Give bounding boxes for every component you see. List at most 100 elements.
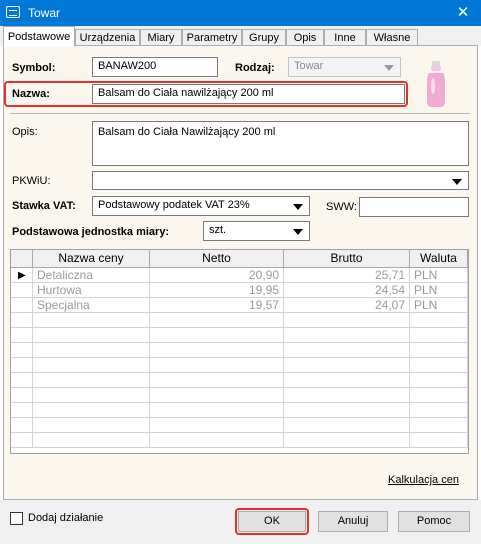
sww-input[interactable] xyxy=(359,197,469,217)
help-button[interactable]: Pomoc xyxy=(398,511,470,532)
pkwiu-label: PKWiU: xyxy=(12,175,51,187)
rodzaj-label: Rodzaj: xyxy=(235,62,275,74)
empty-grid-cell[interactable] xyxy=(284,343,410,358)
empty-grid-cell[interactable] xyxy=(284,328,410,343)
empty-grid-cell[interactable] xyxy=(150,403,284,418)
empty-grid-cell[interactable] xyxy=(11,358,33,373)
dodaj-dzialanie-checkbox[interactable] xyxy=(10,512,23,525)
empty-grid-cell[interactable] xyxy=(150,433,284,448)
empty-grid-cell[interactable] xyxy=(33,388,150,403)
price-brutto-cell[interactable]: 25,71 xyxy=(284,268,410,283)
price-brutto-cell[interactable]: 24,07 xyxy=(284,298,410,313)
sww-label: SWW: xyxy=(326,201,357,213)
title-bar: Towar ✕ xyxy=(0,0,481,26)
empty-grid-cell[interactable] xyxy=(284,433,410,448)
bottom-bar: Dodaj działanie OK Anuluj Pomoc xyxy=(0,500,481,544)
rodzaj-select[interactable]: Towar xyxy=(288,57,401,77)
pkwiu-select[interactable] xyxy=(92,171,469,190)
empty-grid-cell[interactable] xyxy=(33,373,150,388)
empty-grid-cell[interactable] xyxy=(11,388,33,403)
empty-grid-cell[interactable] xyxy=(150,313,284,328)
empty-grid-cell[interactable] xyxy=(150,388,284,403)
kalkulacja-cen-link[interactable]: Kalkulacja cen xyxy=(388,474,459,486)
empty-grid-cell[interactable] xyxy=(11,343,33,358)
empty-grid-cell[interactable] xyxy=(410,328,468,343)
tab-urzadzenia[interactable]: Urządzenia xyxy=(75,29,140,46)
close-icon[interactable]: ✕ xyxy=(445,0,481,26)
dropdown-arrow-icon xyxy=(384,65,394,71)
empty-grid-cell[interactable] xyxy=(410,373,468,388)
price-waluta-cell[interactable]: PLN xyxy=(410,298,468,313)
empty-grid-cell[interactable] xyxy=(410,433,468,448)
empty-grid-cell[interactable] xyxy=(150,373,284,388)
tab-miary[interactable]: Miary xyxy=(140,29,182,46)
empty-grid-cell[interactable] xyxy=(11,313,33,328)
price-name-cell[interactable]: Specjalna xyxy=(33,298,150,313)
empty-grid-cell[interactable] xyxy=(11,403,33,418)
price-netto-cell[interactable]: 19,57 xyxy=(150,298,284,313)
empty-grid-cell[interactable] xyxy=(284,388,410,403)
col-header-brutto[interactable]: Brutto xyxy=(284,250,410,268)
dropdown-arrow-icon xyxy=(452,179,462,185)
cancel-button[interactable]: Anuluj xyxy=(318,511,388,532)
empty-grid-cell[interactable] xyxy=(150,343,284,358)
price-brutto-cell[interactable]: 24,54 xyxy=(284,283,410,298)
price-name-cell[interactable]: Hurtowa xyxy=(33,283,150,298)
col-header-waluta[interactable]: Waluta xyxy=(410,250,468,268)
empty-grid-cell[interactable] xyxy=(150,328,284,343)
vat-label: Stawka VAT: xyxy=(12,200,76,212)
empty-grid-cell[interactable] xyxy=(150,358,284,373)
empty-grid-cell[interactable] xyxy=(11,373,33,388)
price-waluta-cell[interactable]: PLN xyxy=(410,283,468,298)
tab-wlasne[interactable]: Własne xyxy=(366,29,418,46)
empty-grid-cell[interactable] xyxy=(33,358,150,373)
row-selector[interactable] xyxy=(11,298,33,313)
price-name-cell[interactable]: Detaliczna xyxy=(33,268,150,283)
empty-grid-cell[interactable] xyxy=(33,313,150,328)
empty-grid-cell[interactable] xyxy=(410,313,468,328)
tab-parametry[interactable]: Parametry xyxy=(182,29,242,46)
empty-grid-cell[interactable] xyxy=(33,418,150,433)
empty-grid-cell[interactable] xyxy=(284,313,410,328)
empty-grid-cell[interactable] xyxy=(410,418,468,433)
product-bottle-image xyxy=(427,61,445,107)
tab-inne[interactable]: Inne xyxy=(324,29,366,46)
empty-grid-cell[interactable] xyxy=(284,373,410,388)
price-waluta-cell[interactable]: PLN xyxy=(410,268,468,283)
row-selector[interactable] xyxy=(11,283,33,298)
empty-grid-cell[interactable] xyxy=(33,403,150,418)
empty-grid-cell[interactable] xyxy=(410,343,468,358)
empty-grid-cell[interactable] xyxy=(11,433,33,448)
empty-grid-cell[interactable] xyxy=(410,403,468,418)
empty-grid-cell[interactable] xyxy=(284,403,410,418)
tab-podstawowe[interactable]: Podstawowe xyxy=(3,26,75,47)
window-title: Towar xyxy=(28,6,61,20)
empty-grid-cell[interactable] xyxy=(284,358,410,373)
empty-grid-cell[interactable] xyxy=(150,418,284,433)
price-netto-cell[interactable]: 20,90 xyxy=(150,268,284,283)
empty-grid-cell[interactable] xyxy=(410,358,468,373)
symbol-input[interactable]: BANAW200 xyxy=(92,57,218,77)
nazwa-label: Nazwa: xyxy=(12,88,50,100)
empty-grid-cell[interactable] xyxy=(11,418,33,433)
opis-textarea[interactable]: Balsam do Ciała Nawilżający 200 ml xyxy=(92,121,469,166)
empty-grid-cell[interactable] xyxy=(33,343,150,358)
empty-grid-cell[interactable] xyxy=(11,328,33,343)
rodzaj-value: Towar xyxy=(294,60,324,72)
jm-value: szt. xyxy=(209,224,227,236)
col-header-nazwa[interactable]: Nazwa ceny xyxy=(33,250,150,268)
empty-grid-cell[interactable] xyxy=(410,388,468,403)
col-header-netto[interactable]: Netto xyxy=(150,250,284,268)
empty-grid-cell[interactable] xyxy=(284,418,410,433)
price-netto-cell[interactable]: 19,95 xyxy=(150,283,284,298)
vat-select[interactable]: Podstawowy podatek VAT 23% xyxy=(92,196,310,216)
price-grid[interactable]: Nazwa ceny Netto Brutto Waluta ▶ Detalic… xyxy=(10,249,469,454)
nazwa-input[interactable]: Balsam do Ciała nawilżający 200 ml xyxy=(92,84,405,104)
empty-grid-cell[interactable] xyxy=(33,433,150,448)
jm-select[interactable]: szt. xyxy=(203,221,310,241)
tab-grupy[interactable]: Grupy xyxy=(242,29,286,46)
empty-grid-cell[interactable] xyxy=(33,328,150,343)
jm-label: Podstawowa jednostka miary: xyxy=(12,226,170,238)
tab-opis[interactable]: Opis xyxy=(286,29,324,46)
dodaj-dzialanie-label: Dodaj działanie xyxy=(28,512,104,524)
